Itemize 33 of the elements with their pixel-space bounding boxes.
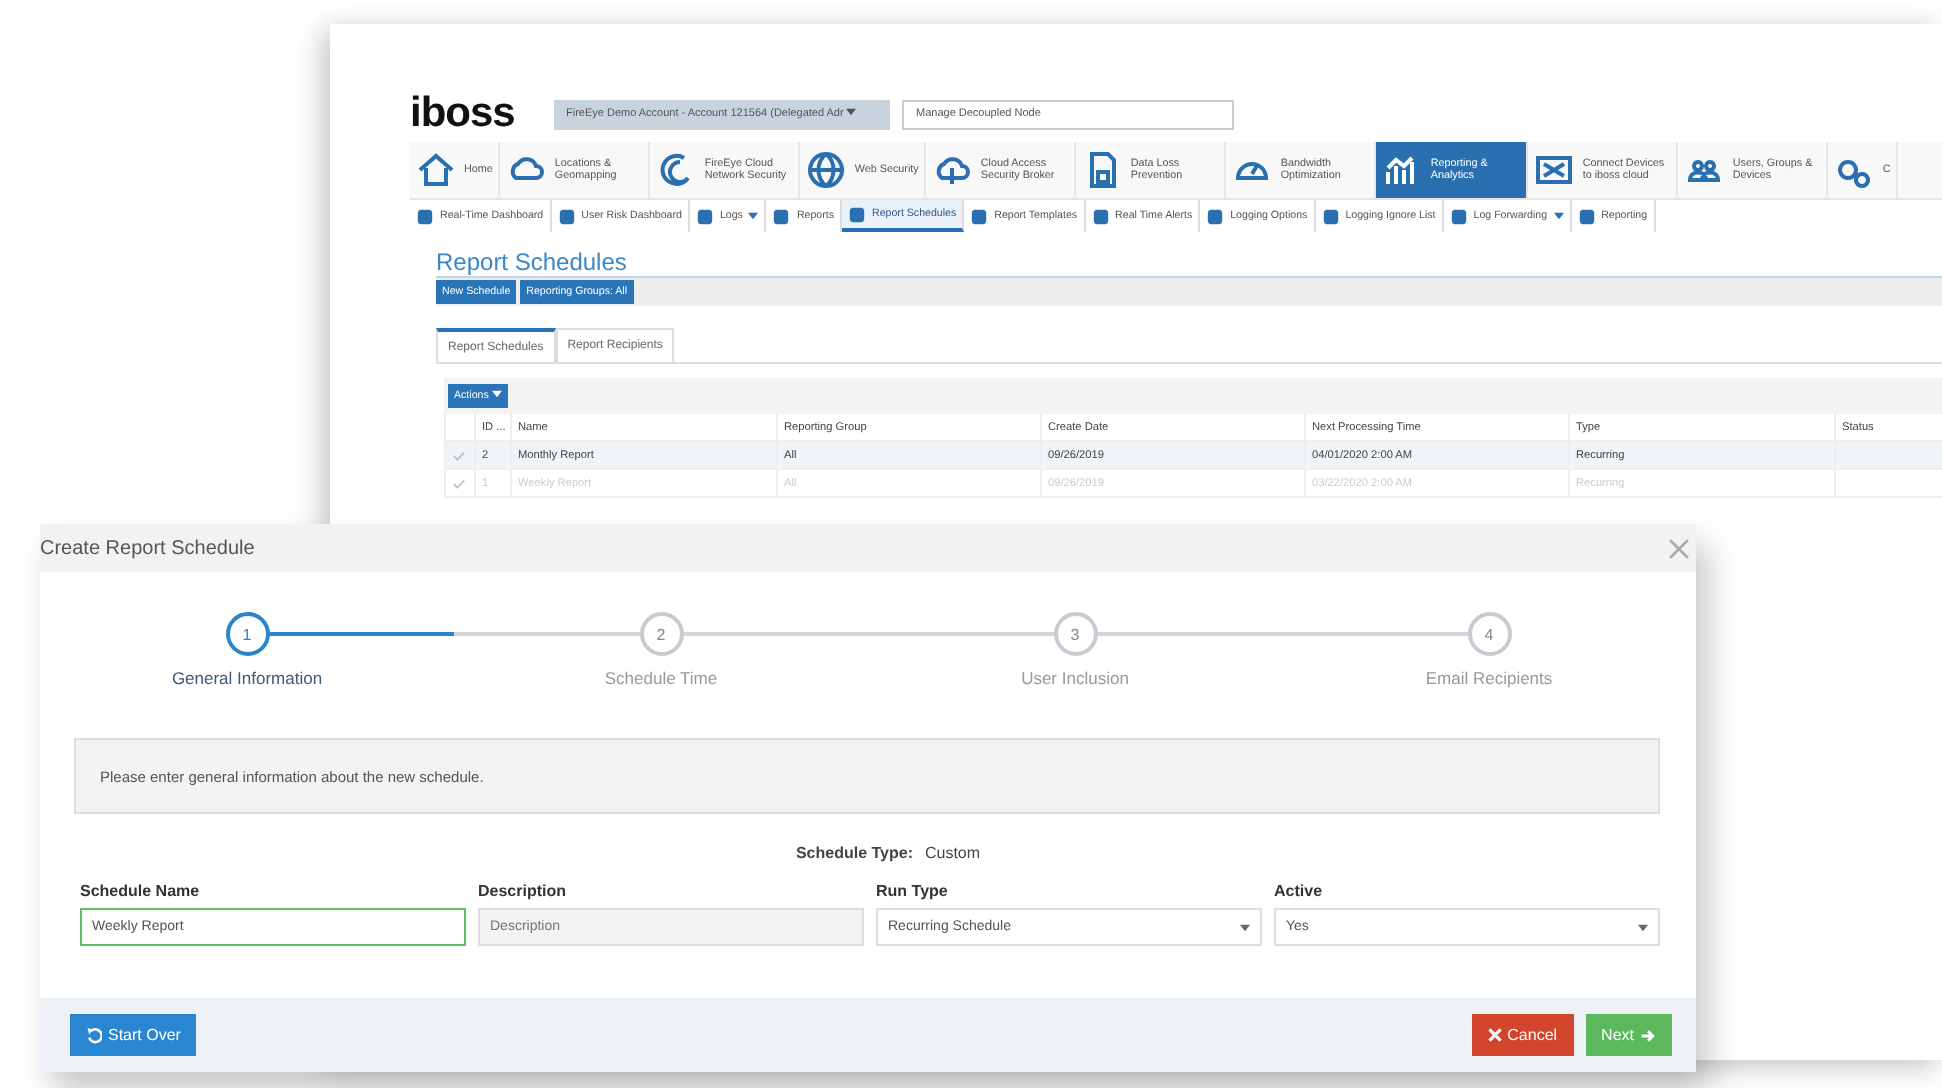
step-circle: 1	[225, 612, 269, 656]
field-label: Run Type	[876, 882, 950, 900]
step-label: User Inclusion	[1021, 668, 1129, 688]
logo: iboss	[410, 90, 517, 138]
field-label: Description	[478, 882, 569, 900]
field-label: Schedule Type:	[795, 844, 913, 862]
globe-icon	[806, 150, 847, 190]
close-icon[interactable]	[1668, 537, 1690, 559]
caret-icon	[491, 390, 502, 398]
step-label: Email Recipients	[1425, 668, 1553, 688]
check-icon	[452, 477, 466, 489]
close-icon	[1487, 1028, 1502, 1042]
caret-icon	[1240, 923, 1250, 931]
step-circle: 4	[1467, 612, 1511, 656]
caret-icon	[846, 108, 857, 116]
caret-icon	[1553, 212, 1564, 220]
step-label: Schedule Time	[604, 668, 718, 688]
page-title: Report Schedules	[436, 248, 629, 276]
field-value: Custom	[924, 844, 981, 862]
field-label: Schedule Name	[80, 882, 202, 900]
cancel-button[interactable]: Cancel	[1471, 1014, 1574, 1056]
caret-icon	[748, 212, 759, 220]
step-circle: 2	[639, 612, 683, 656]
dialog-title: Create Report Schedule	[40, 537, 257, 559]
step-label: General Information	[171, 668, 323, 688]
start-over-button[interactable]: Start Over	[70, 1014, 197, 1056]
caret-icon	[1638, 923, 1648, 931]
step-circle: 3	[1053, 612, 1097, 656]
field-label: Active	[1274, 882, 1325, 900]
refresh-icon	[86, 1027, 102, 1043]
arrow-right-icon	[1640, 1027, 1656, 1043]
house-icon	[416, 150, 456, 190]
check-icon	[452, 449, 466, 461]
